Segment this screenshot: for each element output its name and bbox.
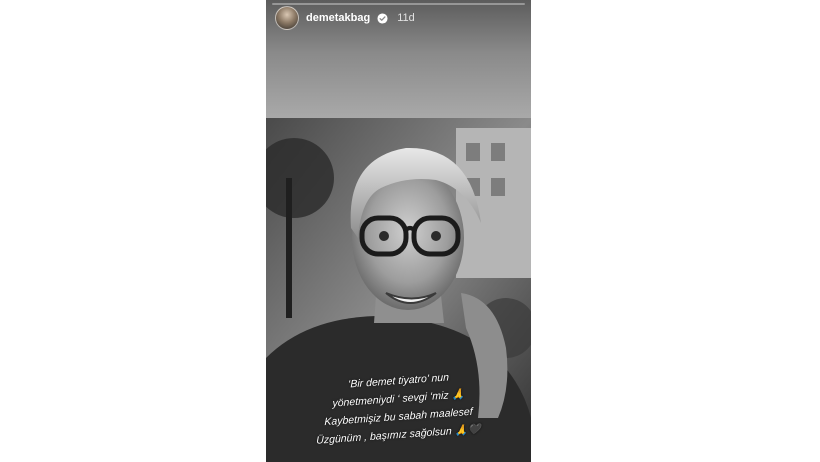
story-header[interactable]: demetakbag 11d [275,5,415,31]
profile-avatar[interactable] [275,6,299,30]
story-timestamp: 11d [397,12,415,24]
instagram-story[interactable]: demetakbag 11d ‘Bir demet tiyatro’ nun y… [266,0,531,462]
story-username[interactable]: demetakbag [306,12,370,24]
verified-badge-icon [377,12,388,24]
page: demetakbag 11d ‘Bir demet tiyatro’ nun y… [0,0,820,462]
